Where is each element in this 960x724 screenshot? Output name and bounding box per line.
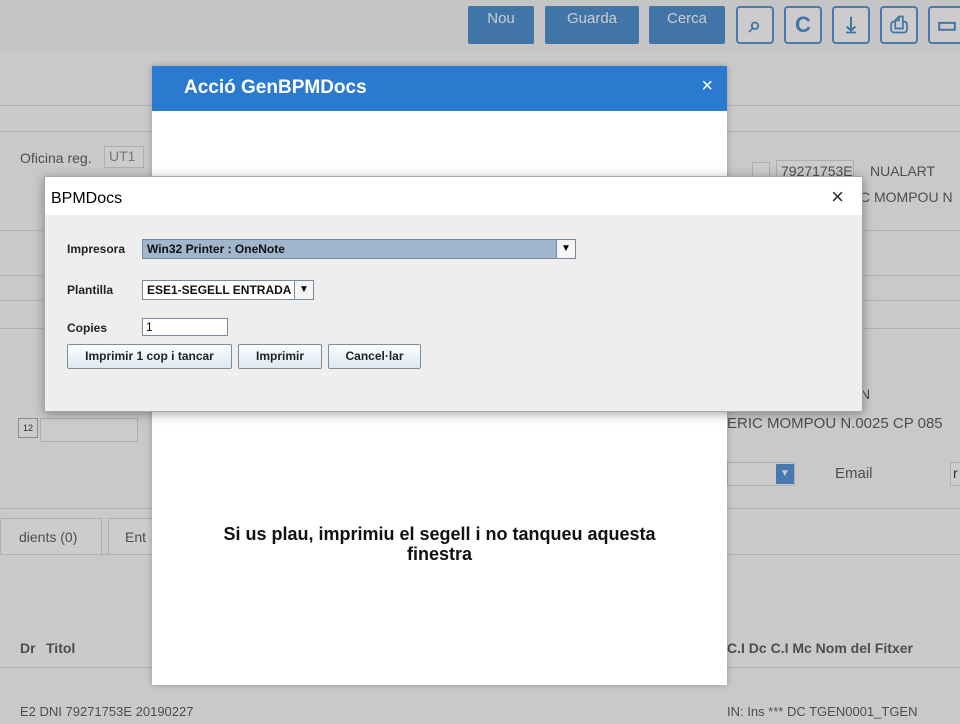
copies-input[interactable] <box>142 318 228 336</box>
printer-value: Win32 Printer : OneNote <box>147 242 285 256</box>
bpmdocs-window: BPMDocs × Impresora Win32 Printer : OneN… <box>44 176 863 412</box>
template-label: Plantilla <box>67 283 114 297</box>
printer-label: Impresora <box>67 242 126 256</box>
copies-label: Copies <box>67 321 108 335</box>
printer-select[interactable]: Win32 Printer : OneNote ▼ <box>142 239 576 259</box>
window-title: BPMDocs <box>51 190 123 207</box>
template-select[interactable]: ESE1-SEGELL ENTRADA 1 ▼ <box>142 280 314 300</box>
cancel-button[interactable]: Cancel·lar <box>328 344 421 369</box>
close-icon[interactable]: × <box>701 75 713 98</box>
template-value: ESE1-SEGELL ENTRADA 1 <box>147 283 302 297</box>
print-instruction-message: Si us plau, imprimiu el segell i no tanq… <box>152 524 727 564</box>
dialog-title: Acció GenBPMDocs <box>184 77 367 98</box>
chevron-down-icon[interactable]: ▼ <box>556 240 575 258</box>
print-button[interactable]: Imprimir <box>238 344 322 369</box>
print-settings-panel: Impresora Win32 Printer : OneNote ▼ Plan… <box>45 215 862 411</box>
window-titlebar[interactable]: BPMDocs × <box>45 177 862 215</box>
message-line-1: Si us plau, imprimiu el segell i no tanq… <box>223 524 656 544</box>
close-icon[interactable]: × <box>831 184 844 210</box>
print-once-and-close-button[interactable]: Imprimir 1 cop i tancar <box>67 344 232 369</box>
message-line-2: finestra <box>406 544 473 564</box>
chevron-down-icon[interactable]: ▼ <box>294 281 313 299</box>
dialog-header: Acció GenBPMDocs × <box>152 66 727 111</box>
